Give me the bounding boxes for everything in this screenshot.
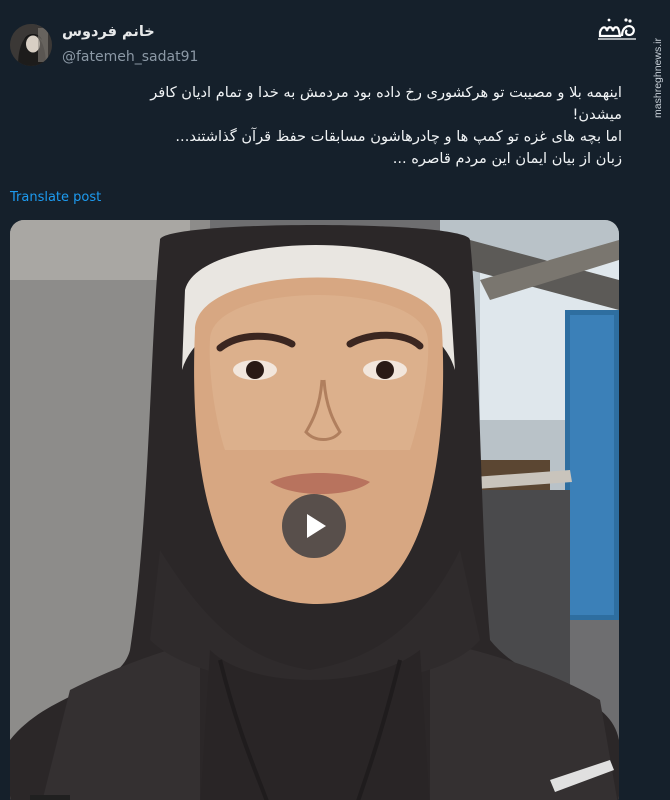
watermark-text: mashreghnews.ir	[652, 38, 664, 118]
author-handle[interactable]: @fatemeh_sadat91	[62, 49, 198, 65]
mashregh-logo	[598, 18, 636, 40]
author-display-name[interactable]: خانم فردوس	[62, 24, 155, 40]
tweet-screenshot: خانم فردوس @fatemeh_sadat91 mashreghnews…	[0, 0, 670, 800]
post-text-line: اما بچه های غزه تو کمپ ها و چادرهاشون مس…	[175, 128, 622, 145]
post-text: اینهمه بلا و مصیبت تو هرکشوری رخ داده بو…	[24, 82, 622, 170]
post-text-line: اینهمه بلا و مصیبت تو هرکشوری رخ داده بو…	[150, 84, 622, 101]
source-watermark: mashreghnews.ir	[648, 28, 668, 128]
author-avatar[interactable]	[10, 24, 52, 66]
post-header: خانم فردوس @fatemeh_sadat91 mashreghnews…	[0, 0, 670, 118]
translate-post-link[interactable]: Translate post	[10, 190, 101, 205]
post-text-line: زبان از بیان ایمان این مردم قاصره ...	[392, 150, 622, 167]
post-text-line: میشدن!	[572, 106, 622, 123]
play-icon	[307, 514, 326, 538]
video-player[interactable]	[10, 220, 619, 800]
play-button[interactable]	[282, 494, 346, 558]
